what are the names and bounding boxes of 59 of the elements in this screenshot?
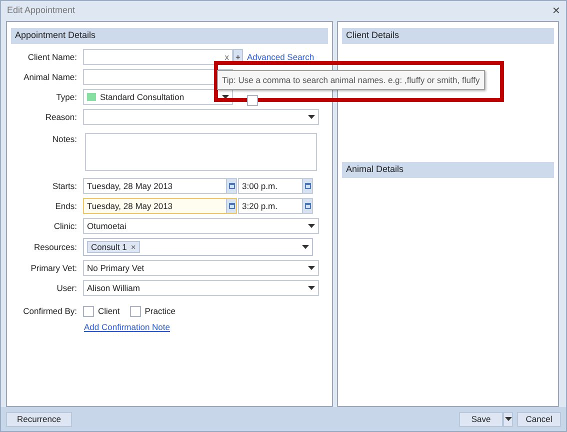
calendar-icon <box>228 183 234 189</box>
section-header: Client Details <box>342 28 554 44</box>
field-label: User: <box>56 282 77 294</box>
remove-icon[interactable]: × <box>130 240 136 254</box>
cancel-button[interactable]: Cancel <box>517 412 561 426</box>
caret-icon <box>308 115 315 119</box>
calendar-button[interactable] <box>226 179 236 193</box>
close-button[interactable]: ✕ <box>552 4 560 18</box>
caret-icon <box>222 95 229 99</box>
clear-icon[interactable]: x <box>224 50 229 64</box>
field-label: Client Name: <box>28 50 77 64</box>
checkbox[interactable] <box>130 306 141 316</box>
save-button[interactable]: Save <box>459 412 503 426</box>
caret-icon <box>308 266 315 270</box>
calendar-button[interactable] <box>226 199 236 213</box>
caret-icon <box>308 286 315 290</box>
resources-field[interactable]: Consult 1 × <box>83 238 313 256</box>
field-label: Primary Vet: <box>30 262 77 274</box>
field-label: Resources: <box>34 240 77 254</box>
field-label: Confirmed By: <box>23 304 77 318</box>
date-field[interactable]: Tuesday, 28 May 2013 <box>83 198 237 214</box>
save-dropdown-button[interactable] <box>503 412 513 426</box>
dropdown-field[interactable]: Standard Consultation <box>83 89 233 105</box>
resource-tag[interactable]: Consult 1 × <box>87 241 140 253</box>
checkbox[interactable] <box>247 94 258 106</box>
field-label: Reason: <box>45 110 77 124</box>
dropdown-field[interactable] <box>83 109 319 125</box>
advanced-search-link[interactable]: Advanced Search <box>247 50 314 64</box>
time-field[interactable]: 3:00 p.m. <box>238 178 313 194</box>
field-label: Ends: <box>55 200 77 212</box>
time-field[interactable]: 3:20 p.m. <box>238 198 313 214</box>
recurrence-button[interactable]: Recurrence <box>6 412 72 426</box>
caret-icon <box>504 417 512 421</box>
tooltip: Tip: Use a comma to search animal names. e.g: ,fluffy or smith, fluffy <box>217 70 485 90</box>
window-title: Edit Appointment <box>7 4 76 18</box>
checkbox-label: Client <box>98 304 120 318</box>
calendar-icon <box>228 203 234 209</box>
dropdown-field[interactable]: Alison William <box>83 280 319 296</box>
calendar-button[interactable] <box>302 179 312 193</box>
field-label: Animal Name: <box>24 70 77 84</box>
notes-field[interactable] <box>85 133 317 171</box>
field-label: Notes: <box>52 133 77 146</box>
field-label: Starts: <box>52 180 77 192</box>
checkbox[interactable] <box>83 306 94 316</box>
section-header: Animal Details <box>342 162 554 178</box>
calendar-button[interactable] <box>302 199 312 213</box>
field-label: Type: <box>56 90 77 104</box>
dropdown-field[interactable]: Otumoetai <box>83 218 319 234</box>
section-header: Appointment Details <box>11 28 328 44</box>
calendar-icon <box>304 183 310 189</box>
dropdown-field[interactable]: No Primary Vet <box>83 260 319 276</box>
date-field[interactable]: Tuesday, 28 May 2013 <box>83 178 237 194</box>
caret-icon <box>302 245 309 249</box>
caret-icon <box>308 224 315 228</box>
client-name-field[interactable]: x <box>83 49 233 65</box>
confirmation-note-link[interactable]: Add Confirmation Note <box>84 321 170 334</box>
checkbox-label: Practice <box>144 304 176 318</box>
field-label: Clinic: <box>54 220 77 232</box>
calendar-icon <box>304 203 310 209</box>
